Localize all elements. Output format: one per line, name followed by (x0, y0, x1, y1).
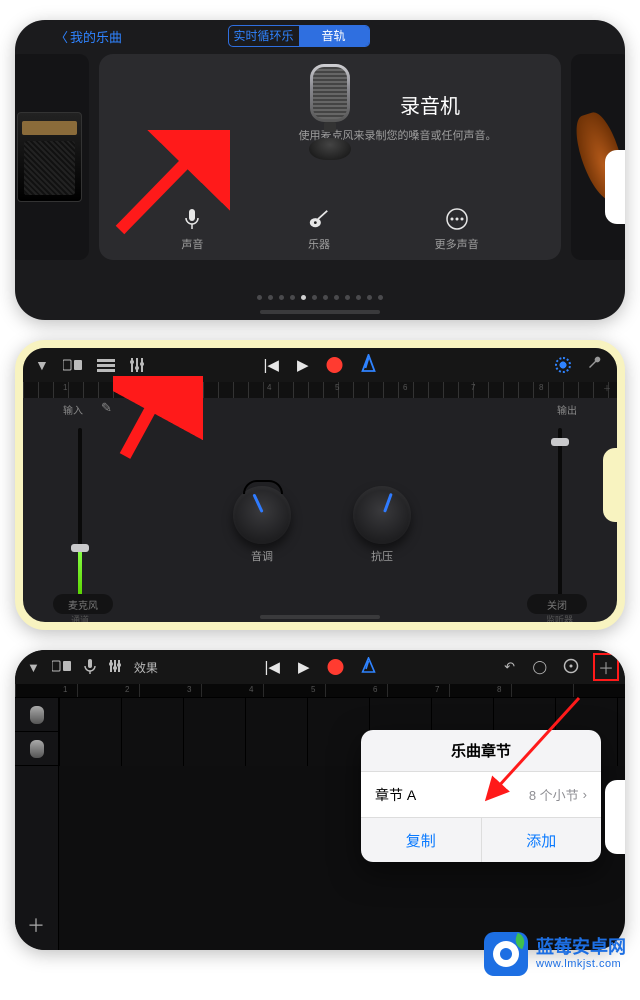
device-notch (603, 448, 625, 522)
fx-button[interactable]: 效果 (134, 659, 158, 676)
play-button[interactable]: ▶ (298, 658, 310, 676)
song-sections-popover: 乐曲章节 章节 A 8 个小节 › 复制 添加 (361, 730, 601, 862)
amp-icon (17, 112, 82, 202)
instrument-browser-screen: 〈 我的乐曲 实时循环乐段 音轨 录音机 使用麦克风来录制您的嗓音或任何声音。 (15, 20, 625, 320)
loop-browser-button[interactable]: ◯ (532, 659, 547, 675)
settings-button[interactable] (563, 658, 579, 677)
add-section-button[interactable]: ＋ (603, 383, 611, 394)
dropdown-button[interactable]: ▼ (27, 660, 40, 675)
pitch-knob[interactable]: 音调 (233, 486, 291, 544)
mic-icon (181, 208, 203, 230)
section-length: 8 个小节 (529, 785, 579, 804)
metronome-button[interactable] (360, 354, 376, 376)
undo-button[interactable]: ↶ (504, 659, 515, 675)
watermark-logo (484, 932, 528, 976)
back-label: 我的乐曲 (70, 27, 122, 46)
tools-button[interactable] (587, 355, 603, 375)
option-voice[interactable]: 声音 (181, 208, 203, 252)
chevron-left-icon: 〈 (55, 27, 68, 46)
rewind-button[interactable]: |◀ (264, 356, 279, 374)
mode-segmented-control[interactable]: 实时循环乐段 音轨 (228, 25, 370, 47)
tracks-view-screen: ▼ 效果 |◀ ▶ ↶ ◯ ＋ 12345678 ＋ (15, 650, 625, 950)
home-indicator (260, 310, 380, 314)
guitar-icon (308, 208, 330, 230)
option-voice-label: 声音 (181, 236, 203, 252)
watermark-url: www.lmkjst.com (536, 958, 626, 970)
track-header[interactable] (15, 698, 58, 732)
more-icon (446, 208, 468, 230)
timeline-ruler[interactable]: 12345678 (15, 684, 625, 698)
option-instrument[interactable]: 乐器 (308, 208, 330, 252)
fx-sliders-button[interactable] (108, 659, 122, 676)
device-notch (605, 150, 625, 224)
input-label: 输入 (63, 402, 83, 417)
section-row[interactable]: 章节 A 8 个小节 › (361, 772, 601, 818)
add-track-button[interactable]: ＋ (27, 912, 45, 938)
mic-track-icon (30, 706, 44, 724)
mic-track-icon (30, 740, 44, 758)
seg-tracks[interactable]: 音轨 (299, 26, 369, 46)
watermark-name: 蓝莓安卓网 (536, 938, 626, 958)
toolbar: ▼ |◀ ▶ (23, 348, 617, 382)
page-dots (15, 295, 625, 300)
seg-live-loops[interactable]: 实时循环乐段 (229, 26, 299, 46)
compression-knob-label: 抗压 (353, 548, 411, 564)
input-level-slider[interactable] (78, 428, 82, 596)
compression-knob[interactable]: 抗压 (353, 486, 411, 544)
view-toggle-button[interactable] (63, 358, 83, 372)
toolbar: ▼ 效果 |◀ ▶ ↶ ◯ ＋ (15, 650, 625, 684)
add-section-button[interactable]: ＋ (593, 653, 619, 681)
microphone-illustration (309, 64, 351, 164)
recorder-controls-screen: ▼ |◀ ▶ 12345678 ＋ 输入 ✎ 输出 (15, 340, 625, 630)
dropdown-button[interactable]: ▼ (35, 357, 49, 373)
option-more[interactable]: 更多声音 (435, 208, 479, 252)
duplicate-button[interactable]: 复制 (361, 818, 482, 862)
record-button[interactable] (326, 357, 342, 373)
popover-title: 乐曲章节 (361, 730, 601, 772)
section-name: 章节 A (375, 785, 416, 805)
play-button[interactable]: ▶ (297, 356, 309, 374)
pitch-knob-label: 音调 (233, 548, 291, 564)
edit-icon[interactable]: ✎ (101, 400, 112, 416)
back-button[interactable]: 〈 我的乐曲 (55, 27, 122, 46)
input-source-pill[interactable]: 麦克风 (53, 594, 113, 614)
metronome-button[interactable] (361, 657, 375, 677)
settings-button[interactable] (555, 357, 571, 373)
channel-sublabel: 通道 (71, 613, 89, 626)
audio-recorder-panel[interactable]: 录音机 使用麦克风来录制您的嗓音或任何声音。 声音 乐器 (99, 54, 561, 260)
rewind-button[interactable]: |◀ (265, 658, 280, 676)
device-notch (605, 780, 625, 854)
add-button[interactable]: 添加 (482, 818, 602, 862)
timeline-ruler[interactable]: 12345678 ＋ (23, 382, 617, 398)
record-button[interactable] (327, 659, 343, 675)
track-header[interactable] (15, 732, 58, 766)
track-list-button[interactable] (97, 358, 115, 372)
home-indicator (260, 615, 380, 619)
option-instrument-label: 乐器 (308, 236, 330, 252)
view-toggle-button[interactable] (52, 659, 72, 676)
output-label: 输出 (557, 402, 577, 417)
output-level-slider[interactable] (558, 428, 562, 596)
monitor-pill[interactable]: 关闭 (527, 594, 587, 614)
panel-title: 录音机 (380, 90, 480, 119)
monitor-sublabel: 监听器 (546, 613, 573, 626)
chevron-right-icon: › (583, 787, 587, 802)
prev-instrument-panel[interactable] (15, 54, 89, 260)
mic-icon[interactable] (84, 658, 96, 677)
option-more-label: 更多声音 (435, 236, 479, 252)
watermark: 蓝莓安卓网 www.lmkjst.com (484, 932, 626, 976)
fx-sliders-button[interactable] (129, 357, 145, 373)
panel-subtitle: 使用麦克风来录制您的嗓音或任何声音。 (268, 127, 528, 143)
